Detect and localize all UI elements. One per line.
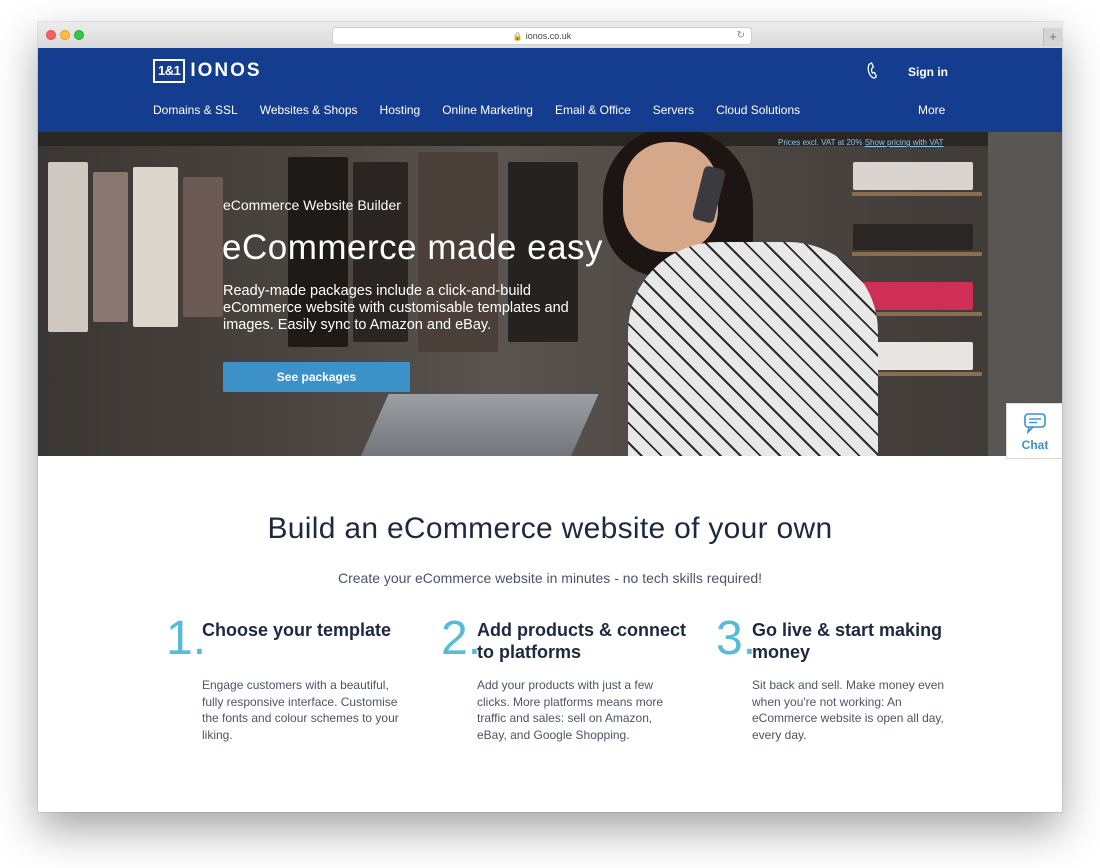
hero-photo-garment — [48, 162, 88, 332]
hero-photo-shelf — [852, 252, 982, 256]
step-number: 2. — [441, 612, 482, 665]
nav-online-marketing[interactable]: Online Marketing — [442, 103, 533, 117]
step-number: 3. — [716, 612, 757, 665]
vat-note-text: Prices excl. VAT at 20% — [778, 138, 863, 147]
chat-widget[interactable]: Chat — [1006, 403, 1062, 459]
address-text: ionos.co.uk — [525, 31, 572, 41]
step-description: Engage customers with a beautiful, fully… — [202, 678, 399, 742]
chat-icon — [1024, 413, 1046, 435]
minimize-window-button[interactable] — [60, 30, 70, 40]
show-vat-pricing-link[interactable]: Show pricing with VAT — [865, 138, 944, 147]
hero-title: eCommerce made easy — [222, 228, 604, 267]
hero-banner: Prices excl. VAT at 20% Show pricing wit… — [38, 132, 1062, 456]
nav-domains-ssl[interactable]: Domains & SSL — [153, 103, 238, 117]
nav-servers[interactable]: Servers — [653, 103, 694, 117]
section-title: Build an eCommerce website of your own — [267, 512, 833, 545]
sign-in-link[interactable]: Sign in — [908, 65, 948, 79]
hero-photo-garment — [183, 177, 223, 317]
nav-email-office[interactable]: Email & Office — [555, 103, 631, 117]
lock-icon: 🔒 — [512, 32, 523, 41]
logo-wordmark: IONOS — [190, 60, 262, 81]
hero-photo-woman-blouse — [628, 242, 878, 456]
nav-hosting[interactable]: Hosting — [380, 103, 421, 117]
step-number: 1. — [166, 612, 207, 665]
step-title: Add products & connect to platforms — [477, 620, 687, 662]
step-description: Add your products with just a few clicks… — [477, 678, 664, 742]
nav-more[interactable]: More — [918, 103, 945, 117]
hero-photo-laptop — [357, 394, 599, 456]
hero-subtitle: eCommerce Website Builder — [223, 197, 401, 213]
browser-toolbar: 🔒 ionos.co.uk ↻ + — [38, 22, 1062, 49]
new-tab-button[interactable]: + — [1043, 28, 1062, 46]
address-bar[interactable]: 🔒 ionos.co.uk ↻ — [332, 27, 752, 45]
zoom-window-button[interactable] — [74, 30, 84, 40]
step-description: Sit back and sell. Make money even when … — [752, 678, 945, 742]
reload-icon[interactable]: ↻ — [737, 28, 745, 44]
nav-cloud-solutions[interactable]: Cloud Solutions — [716, 103, 800, 117]
hero-photo-garment — [93, 172, 128, 322]
main-navigation: Domains & SSL Websites & Shops Hosting O… — [153, 103, 822, 117]
close-window-button[interactable] — [46, 30, 56, 40]
logo-mark: 1&1 — [153, 59, 186, 83]
chat-label: Chat — [1021, 438, 1049, 452]
hero-photo-garment — [133, 167, 178, 327]
hero-photo-folded — [853, 224, 973, 250]
step-title: Choose your template — [202, 620, 392, 640]
hero-photo-folded — [853, 162, 973, 190]
hero-description: Ready-made packages include a click-and-… — [223, 283, 569, 333]
nav-websites-shops[interactable]: Websites & Shops — [260, 103, 358, 117]
vat-note: Prices excl. VAT at 20% Show pricing wit… — [778, 138, 944, 147]
site-header: 1&1 IONOS Sign in Domains & SSL Websites… — [38, 48, 1062, 132]
ionos-logo[interactable]: 1&1 IONOS — [153, 59, 262, 83]
see-packages-button[interactable]: See packages — [223, 362, 410, 392]
hero-photo-folded — [863, 282, 973, 310]
hero-photo-shelf — [852, 192, 982, 196]
browser-window: 🔒 ionos.co.uk ↻ + 1&1 IONOS Sign in Domai… — [38, 22, 1062, 812]
phone-icon[interactable] — [864, 62, 882, 80]
section-subtitle: Create your eCommerce website in minutes… — [337, 570, 763, 586]
step-title: Go live & start making money — [752, 620, 943, 662]
